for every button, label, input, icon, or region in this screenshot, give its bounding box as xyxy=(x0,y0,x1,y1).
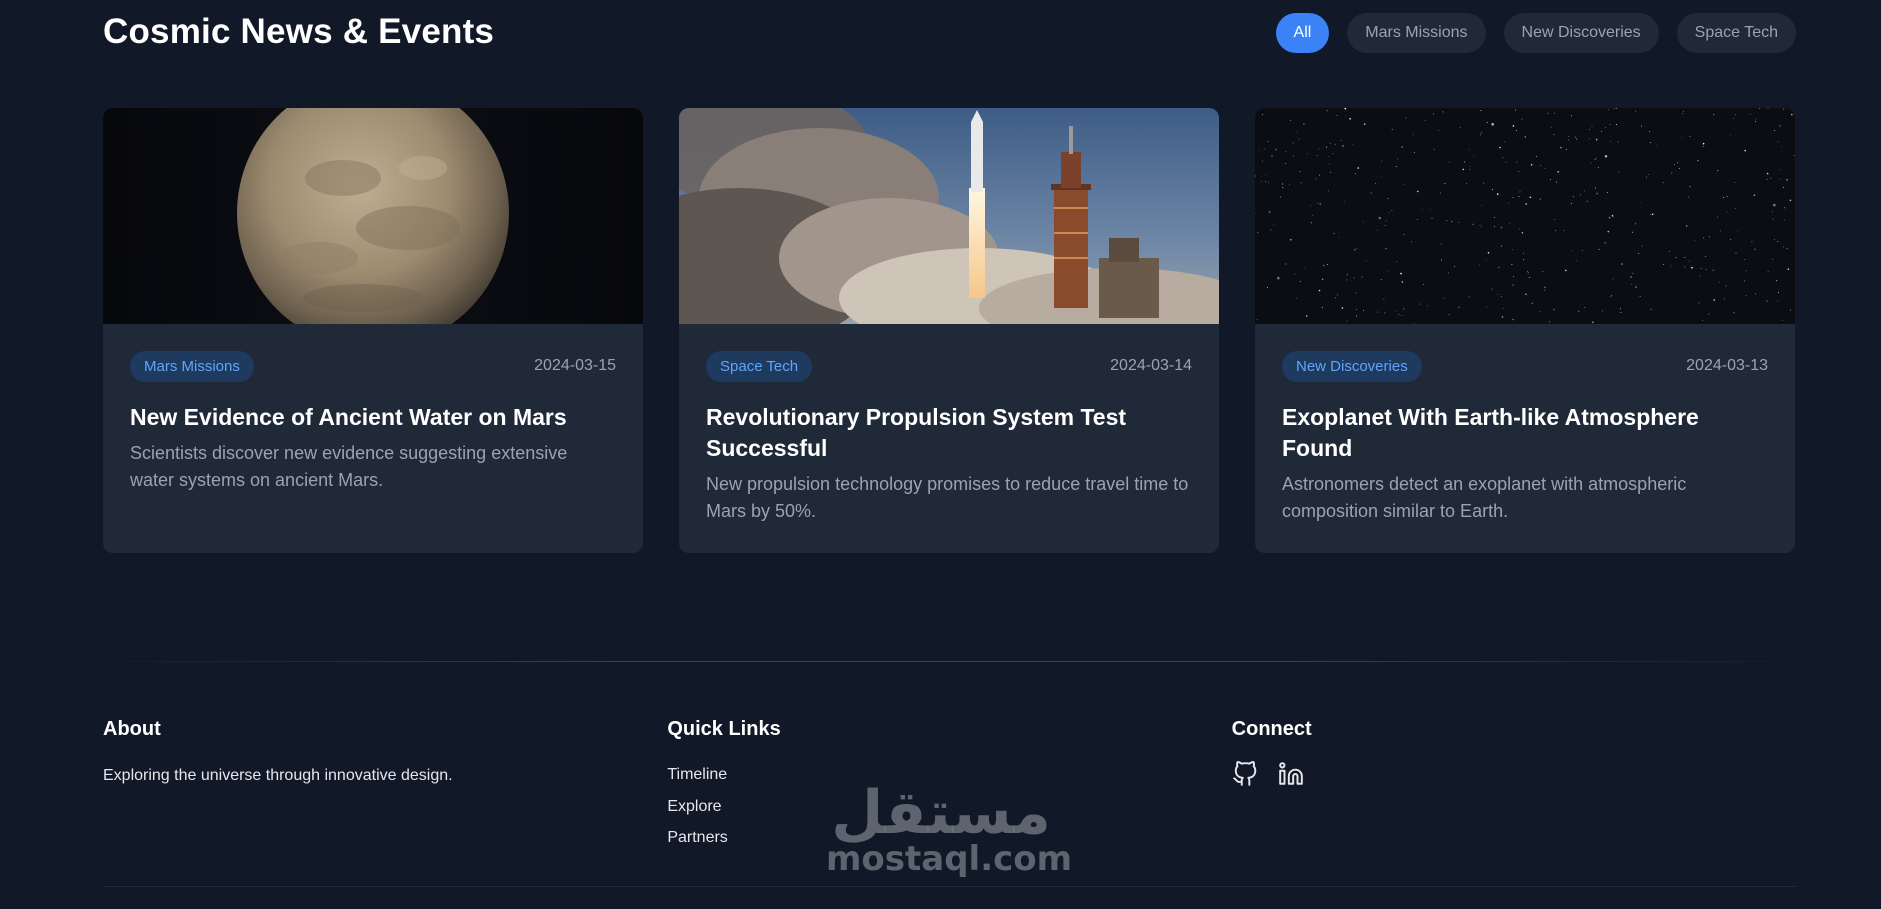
page: Cosmic News & Events All Mars Missions N… xyxy=(0,0,1881,909)
card-title[interactable]: Revolutionary Propulsion System Test Suc… xyxy=(706,402,1192,464)
news-card[interactable]: New Discoveries 2024-03-13 Exoplanet Wit… xyxy=(1255,108,1795,553)
card-meta: Mars Missions 2024-03-15 xyxy=(130,350,616,382)
filter-all-button[interactable]: All xyxy=(1275,13,1330,53)
card-description: New propulsion technology promises to re… xyxy=(706,474,1189,521)
category-tag[interactable]: New Discoveries xyxy=(1282,350,1422,382)
card-body: New Discoveries 2024-03-13 Exoplanet Wit… xyxy=(1282,350,1768,525)
github-icon[interactable] xyxy=(1232,761,1258,787)
card-date: 2024-03-15 xyxy=(534,357,616,374)
card-body: Mars Missions 2024-03-15 New Evidence of… xyxy=(130,350,616,494)
footer-heading: Connect xyxy=(1231,718,1312,740)
filter-new-discoveries-button[interactable]: New Discoveries xyxy=(1503,13,1659,53)
card-meta: Space Tech 2024-03-14 xyxy=(706,350,1192,382)
footer-heading: About xyxy=(103,718,161,740)
filter-space-tech-button[interactable]: Space Tech xyxy=(1676,13,1796,53)
card-description: Scientists discover new evidence suggest… xyxy=(130,443,568,490)
card-title[interactable]: Exoplanet With Earth-like Atmosphere Fou… xyxy=(1282,402,1768,464)
linkedin-icon[interactable] xyxy=(1278,761,1304,787)
category-tag[interactable]: Space Tech xyxy=(706,350,813,382)
footer-about-text: Exploring the universe through innovativ… xyxy=(103,767,453,784)
rocket-launch-image xyxy=(679,108,1219,324)
card-meta: New Discoveries 2024-03-13 xyxy=(1282,350,1768,382)
footer-bottom-line xyxy=(103,886,1796,887)
category-tag[interactable]: Mars Missions xyxy=(130,350,254,382)
header: Cosmic News & Events All Mars Missions N… xyxy=(103,0,1796,68)
watermark: مستقل mostaql.com xyxy=(826,778,1073,879)
mars-planet-image xyxy=(103,108,643,324)
social-links xyxy=(1232,761,1796,787)
card-date: 2024-03-13 xyxy=(1686,357,1768,374)
news-card-grid: Mars Missions 2024-03-15 New Evidence of… xyxy=(103,108,1796,553)
watermark-arabic-text: مستقل xyxy=(831,778,1051,848)
card-date: 2024-03-14 xyxy=(1110,357,1192,374)
filter-mars-missions-button[interactable]: Mars Missions xyxy=(1347,13,1486,53)
news-card[interactable]: Space Tech 2024-03-14 Revolutionary Prop… xyxy=(679,108,1219,553)
news-card[interactable]: Mars Missions 2024-03-15 New Evidence of… xyxy=(103,108,643,553)
filter-bar: All Mars Missions New Discoveries Space … xyxy=(1275,13,1796,53)
watermark-latin-text: mostaql.com xyxy=(826,839,1073,879)
footer-divider xyxy=(60,661,1840,662)
page-title: Cosmic News & Events xyxy=(103,12,495,51)
card-body: Space Tech 2024-03-14 Revolutionary Prop… xyxy=(706,350,1192,525)
card-description: Astronomers detect an exoplanet with atm… xyxy=(1282,474,1687,521)
footer-connect: Connect xyxy=(1232,718,1796,854)
footer-about: About Exploring the universe through inn… xyxy=(103,718,667,854)
footer-heading: Quick Links xyxy=(667,718,781,740)
card-title[interactable]: New Evidence of Ancient Water on Mars xyxy=(130,402,616,433)
starfield-image xyxy=(1255,108,1795,324)
